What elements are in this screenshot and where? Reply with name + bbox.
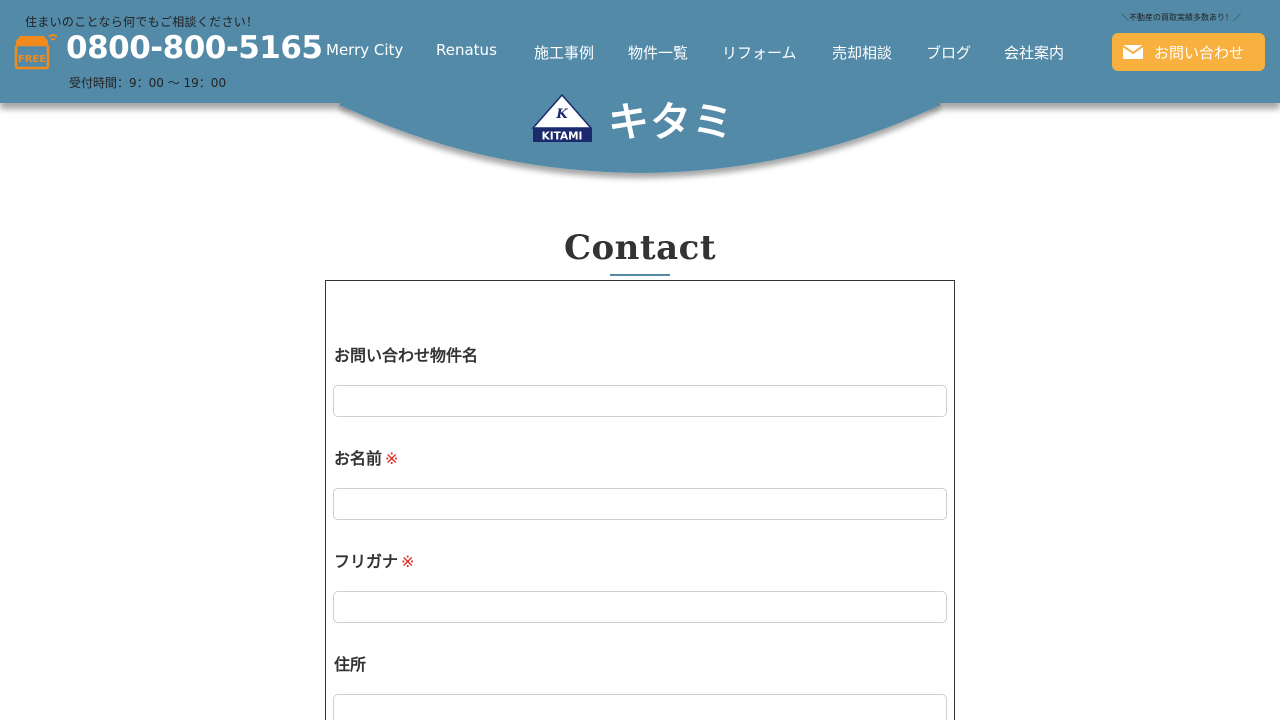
phone-number-link[interactable]: 0800-800-5165	[66, 30, 323, 66]
mail-icon	[1122, 45, 1144, 59]
svg-text:FREE: FREE	[18, 54, 46, 65]
nav-item-properties[interactable]: 物件一覧	[628, 42, 688, 63]
furigana-input[interactable]	[333, 591, 947, 623]
name-input[interactable]	[333, 488, 947, 520]
header-contact-button[interactable]: お問い合わせ	[1112, 33, 1265, 71]
purchase-record-note: ＼不動産の買取実績多数あり！／	[1121, 13, 1241, 22]
field-label-furigana: フリガナ ※	[334, 548, 414, 572]
contact-button-label: お問い合わせ	[1154, 43, 1245, 62]
business-hours: 受付時間：9：00 〜 19：00	[69, 76, 227, 90]
nav-item-sale-consultation[interactable]: 売却相談	[832, 42, 892, 63]
field-label-text: お問い合わせ物件名	[334, 346, 479, 365]
required-mark: ※	[401, 552, 415, 571]
field-label-address: 住所	[334, 651, 369, 675]
nav-item-construction-cases[interactable]: 施工事例	[534, 42, 594, 63]
property-name-input[interactable]	[333, 385, 947, 417]
required-mark: ※	[385, 449, 399, 468]
nav-item-merry-city[interactable]: Merry City	[326, 41, 403, 59]
header-tagline: 住まいのことなら何でもご相談ください！	[25, 15, 259, 29]
field-label-name: お名前 ※	[334, 445, 398, 469]
page-title: Contact	[563, 228, 717, 268]
site-logo[interactable]: K KITAMI キタミ	[530, 92, 752, 146]
field-label-text: お名前	[334, 449, 383, 468]
contact-form: お問い合わせ物件名 お名前 ※ フリガナ ※ 住所	[325, 280, 955, 720]
address-input[interactable]	[333, 694, 947, 720]
free-dial-phone-icon: FREE	[14, 30, 62, 70]
site-header: 住まいのことなら何でもご相談ください！ FREE 0800-800-5165 受…	[0, 0, 1280, 103]
nav-item-company[interactable]: 会社案内	[1004, 42, 1064, 63]
title-underline	[610, 274, 670, 276]
nav-item-blog[interactable]: ブログ	[926, 42, 971, 63]
field-label-property-name: お問い合わせ物件名	[334, 342, 481, 366]
logo-badge-text: KITAMI	[542, 131, 583, 143]
nav-item-reform[interactable]: リフォーム	[722, 42, 797, 63]
nav-item-renatus[interactable]: Renatus	[436, 41, 497, 59]
svg-text:K: K	[555, 107, 568, 122]
field-label-text: 住所	[334, 655, 367, 674]
field-label-text: フリガナ	[334, 552, 399, 571]
logo-wordmark: キタミ	[608, 98, 734, 146]
